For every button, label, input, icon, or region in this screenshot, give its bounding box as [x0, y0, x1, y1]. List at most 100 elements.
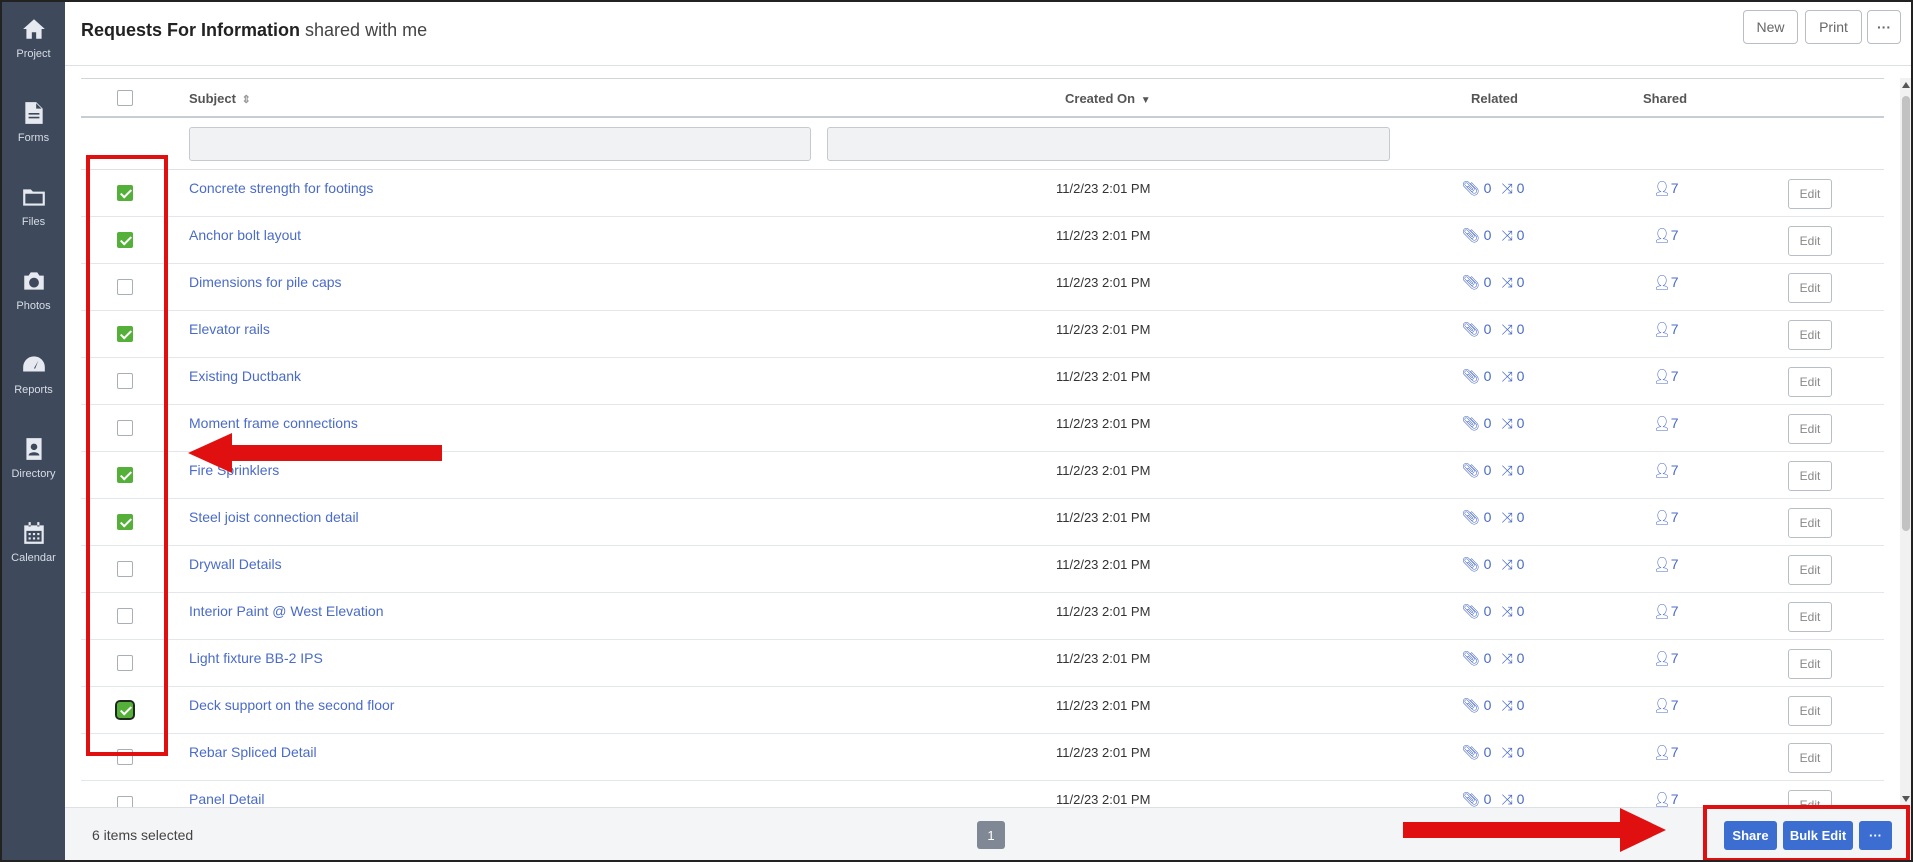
row-created-on: 11/2/23 2:01 PM: [1056, 604, 1151, 619]
vertical-scrollbar[interactable]: [1900, 78, 1911, 807]
row-shared[interactable]: 👤︎7: [1653, 368, 1679, 385]
dashboard-icon: [22, 356, 45, 372]
row-subject-link[interactable]: Panel Detail: [189, 791, 265, 807]
attachment-count: 0: [1483, 697, 1492, 713]
sidebar-item-project[interactable]: Project: [2, 2, 65, 72]
row-edit-button[interactable]: Edit: [1788, 602, 1832, 632]
row-subject-link[interactable]: Drywall Details: [189, 556, 282, 572]
sidebar-item-directory[interactable]: Directory: [2, 422, 65, 492]
column-header-subject[interactable]: Subject ⇕: [189, 91, 251, 106]
row-shared[interactable]: 👤︎7: [1653, 791, 1679, 807]
row-related[interactable]: 📎︎ 0 ⤨ 0: [1462, 603, 1524, 620]
row-edit-button[interactable]: Edit: [1788, 743, 1832, 773]
subject-filter-input[interactable]: [189, 127, 811, 161]
row-edit-button[interactable]: Edit: [1788, 461, 1832, 491]
scroll-up-arrow-icon[interactable]: [1902, 82, 1910, 88]
row-subject-link[interactable]: Rebar Spliced Detail: [189, 744, 317, 760]
created-on-filter-input[interactable]: [827, 127, 1390, 161]
row-shared[interactable]: 👤︎7: [1653, 274, 1679, 291]
table-row: Interior Paint @ West Elevation 11/2/23 2…: [81, 593, 1884, 640]
row-edit-button[interactable]: Edit: [1788, 649, 1832, 679]
row-subject-link[interactable]: Light fixture BB-2 IPS: [189, 650, 323, 666]
select-all-checkbox[interactable]: [117, 90, 133, 106]
row-created-on: 11/2/23 2:01 PM: [1056, 228, 1151, 243]
row-related[interactable]: 📎︎ 0 ⤨ 0: [1462, 650, 1524, 667]
row-shared[interactable]: 👤︎7: [1653, 462, 1679, 479]
row-shared[interactable]: 👤︎7: [1653, 321, 1679, 338]
row-edit-button[interactable]: Edit: [1788, 179, 1832, 209]
row-edit-button[interactable]: Edit: [1788, 508, 1832, 538]
row-edit-button[interactable]: Edit: [1788, 226, 1832, 256]
row-related[interactable]: 📎︎ 0 ⤨ 0: [1462, 509, 1524, 526]
row-related[interactable]: 📎︎ 0 ⤨ 0: [1462, 462, 1524, 479]
user-icon: 👤︎: [1653, 509, 1671, 525]
link-count: 0: [1516, 791, 1525, 807]
row-edit-button[interactable]: Edit: [1788, 696, 1832, 726]
row-related[interactable]: 📎︎ 0 ⤨ 0: [1462, 415, 1524, 432]
column-header-created-on[interactable]: Created On ▼: [1065, 91, 1151, 106]
table-header: Subject ⇕ Created On ▼ Related Shared: [81, 79, 1884, 118]
row-related[interactable]: 📎︎ 0 ⤨ 0: [1462, 368, 1524, 385]
row-shared[interactable]: 👤︎7: [1653, 650, 1679, 667]
row-subject-link[interactable]: Concrete strength for footings: [189, 180, 373, 196]
new-button[interactable]: New: [1743, 10, 1798, 44]
sidebar-item-forms[interactable]: Forms: [2, 86, 65, 156]
print-button[interactable]: Print: [1805, 10, 1862, 44]
page-title: Requests For Information shared with me: [81, 20, 427, 41]
sidebar-item-reports[interactable]: Reports: [2, 338, 65, 408]
shared-count: 7: [1670, 321, 1679, 337]
row-shared[interactable]: 👤︎7: [1653, 227, 1679, 244]
row-related[interactable]: 📎︎ 0 ⤨ 0: [1462, 556, 1524, 573]
row-edit-button[interactable]: Edit: [1788, 320, 1832, 350]
row-shared[interactable]: 👤︎7: [1653, 603, 1679, 620]
paperclip-icon: 📎︎: [1462, 415, 1480, 431]
attachment-count: 0: [1483, 368, 1492, 384]
sidebar-item-calendar[interactable]: Calendar: [2, 506, 65, 576]
scrollbar-thumb[interactable]: [1902, 96, 1910, 531]
row-related[interactable]: 📎︎ 0 ⤨ 0: [1462, 744, 1524, 761]
header-more-button[interactable]: ···: [1867, 10, 1901, 44]
camera-icon: [23, 272, 44, 290]
row-subject-link[interactable]: Dimensions for pile caps: [189, 274, 342, 290]
row-subject-link[interactable]: Steel joist connection detail: [189, 509, 359, 525]
row-shared[interactable]: 👤︎7: [1653, 415, 1679, 432]
row-related[interactable]: 📎︎ 0 ⤨ 0: [1462, 180, 1524, 197]
row-subject-link[interactable]: Interior Paint @ West Elevation: [189, 603, 383, 619]
row-related[interactable]: 📎︎ 0 ⤨ 0: [1462, 274, 1524, 291]
row-shared[interactable]: 👤︎7: [1653, 744, 1679, 761]
paperclip-icon: 📎︎: [1462, 368, 1480, 384]
user-icon: 👤︎: [1653, 744, 1671, 760]
row-subject-link[interactable]: Elevator rails: [189, 321, 270, 337]
row-edit-button[interactable]: Edit: [1788, 367, 1832, 397]
row-shared[interactable]: 👤︎7: [1653, 556, 1679, 573]
row-shared[interactable]: 👤︎7: [1653, 509, 1679, 526]
row-subject-link[interactable]: Deck support on the second floor: [189, 697, 394, 713]
page-header: Requests For Information shared with me …: [65, 2, 1911, 66]
row-edit-button[interactable]: Edit: [1788, 273, 1832, 303]
shared-count: 7: [1670, 368, 1679, 384]
scroll-down-arrow-icon[interactable]: [1902, 796, 1910, 802]
sidebar-item-files[interactable]: Files: [2, 170, 65, 240]
page-button-1[interactable]: 1: [977, 821, 1005, 849]
row-shared[interactable]: 👤︎7: [1653, 697, 1679, 714]
table-row: Drywall Details 11/2/23 2:01 PM 📎︎ 0 ⤨ 0 👤︎7…: [81, 546, 1884, 593]
row-created-on: 11/2/23 2:01 PM: [1056, 416, 1151, 431]
row-related[interactable]: 📎︎ 0 ⤨ 0: [1462, 321, 1524, 338]
row-edit-button[interactable]: Edit: [1788, 555, 1832, 585]
row-related[interactable]: 📎︎ 0 ⤨ 0: [1462, 791, 1524, 807]
arrow-right-head: [1620, 808, 1666, 852]
document-icon: [24, 102, 43, 124]
sidebar-item-photos[interactable]: Photos: [2, 254, 65, 324]
row-related[interactable]: 📎︎ 0 ⤨ 0: [1462, 227, 1524, 244]
row-created-on: 11/2/23 2:01 PM: [1056, 792, 1151, 807]
row-subject-link[interactable]: Moment frame connections: [189, 415, 358, 431]
row-subject-link[interactable]: Existing Ductbank: [189, 368, 301, 384]
row-subject-link[interactable]: Anchor bolt layout: [189, 227, 301, 243]
shared-count: 7: [1670, 556, 1679, 572]
row-related[interactable]: 📎︎ 0 ⤨ 0: [1462, 697, 1524, 714]
row-edit-button[interactable]: Edit: [1788, 414, 1832, 444]
paperclip-icon: 📎︎: [1462, 744, 1480, 760]
page-title-main: Requests For Information: [81, 20, 301, 40]
row-checkbox[interactable]: [117, 796, 133, 807]
row-shared[interactable]: 👤︎7: [1653, 180, 1679, 197]
